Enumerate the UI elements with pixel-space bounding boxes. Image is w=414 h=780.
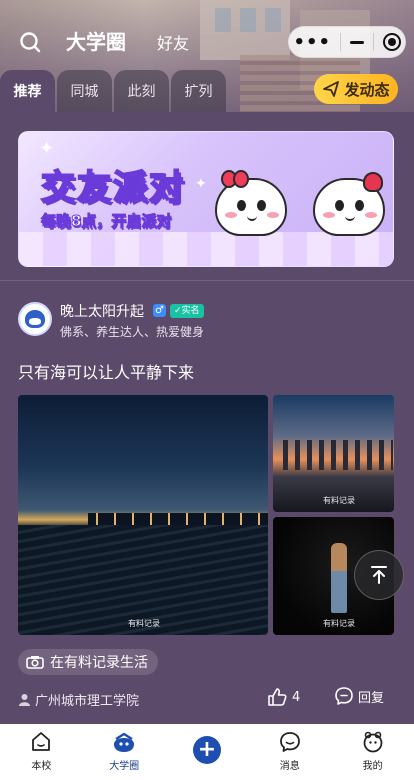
camera-icon <box>26 656 44 669</box>
publish-post-button[interactable]: 发动态 <box>314 74 398 104</box>
tab-this-moment[interactable]: 此刻 <box>114 70 169 112</box>
like-button[interactable]: 4 <box>266 686 300 708</box>
topic-chip[interactable]: 在有料记录生活 <box>18 649 158 675</box>
nav-item-campus-circle[interactable]: 大学圈 <box>94 730 154 772</box>
nav-label: 大学圈 <box>109 761 140 772</box>
nav-label: 本校 <box>31 761 52 772</box>
photo-watermark: 有料记录 <box>323 619 355 628</box>
user-icon <box>19 694 30 706</box>
nav-item-home[interactable]: 本校 <box>11 730 71 772</box>
tab-expand-friends[interactable]: 扩列 <box>171 70 226 112</box>
like-count: 4 <box>292 689 301 705</box>
thumbs-up-icon <box>268 688 287 706</box>
tab-same-city[interactable]: 同城 <box>57 70 112 112</box>
school-name: 广州城市理工学院 <box>35 694 140 709</box>
close-target-icon[interactable] <box>382 33 401 51</box>
publish-label: 发动态 <box>344 80 390 99</box>
search-icon <box>20 32 41 53</box>
topic-label: 在有料记录生活 <box>50 655 148 671</box>
nav-label: 消息 <box>279 761 300 772</box>
banner-subtitle: 每晚8点，开启派对 <box>40 212 172 231</box>
mascot-bow-icon <box>215 170 287 236</box>
party-banner[interactable]: ✦ ✦ 交友派对 每晚8点，开启派对 <box>18 131 394 267</box>
nav-item-create[interactable]: + <box>177 730 237 764</box>
nav-label: 我的 <box>362 761 383 772</box>
feed-tabs: 推荐 同城 此刻 扩列 <box>0 70 228 112</box>
post-photo-city-sunset[interactable]: 有料记录 <box>273 395 394 512</box>
divider <box>0 280 414 281</box>
post-text[interactable]: 只有海可以让人平静下来 <box>18 359 194 383</box>
comment-bubble-icon <box>335 687 353 705</box>
page-title[interactable]: 大学圈 <box>66 26 126 55</box>
search-button[interactable] <box>18 30 44 56</box>
mascot-rose-icon <box>313 172 385 236</box>
paper-plane-icon <box>323 81 340 97</box>
reply-button[interactable]: 回复 <box>334 686 384 706</box>
nav-item-messages[interactable]: 消息 <box>260 730 320 772</box>
nav-item-profile[interactable]: 我的 <box>343 730 403 772</box>
banner-title: 交友派对 <box>40 167 185 209</box>
sparkle-icon: ✦ <box>195 176 207 192</box>
profile-icon <box>363 731 382 753</box>
campus-circle-icon <box>114 732 135 752</box>
school-info[interactable]: 广州城市理工学院 <box>18 690 139 709</box>
user-tags: 佛系、养生达人、热爱健身 <box>60 325 205 339</box>
bottom-navigation: 本校 大学圈 + 消息 我的 <box>0 724 414 780</box>
scroll-to-top-button[interactable] <box>354 550 404 600</box>
minimize-icon[interactable] <box>349 40 364 44</box>
male-gender-icon: ♂ <box>153 304 166 317</box>
message-icon <box>279 732 300 752</box>
avatar[interactable] <box>18 302 52 336</box>
verified-badge: ✓实名 <box>170 304 204 318</box>
photo-watermark: 有料记录 <box>323 496 355 505</box>
miniprogram-capsule: ••• <box>288 26 406 58</box>
post-username[interactable]: 晚上太阳升起 <box>60 301 144 321</box>
top-bar: 大学圈 好友 ••• <box>0 22 414 62</box>
arrow-up-icon <box>371 566 387 584</box>
photo-watermark: 有料记录 <box>128 619 160 628</box>
home-icon <box>32 732 51 751</box>
friends-tab[interactable]: 好友 <box>157 30 189 54</box>
post-photo-sea[interactable]: 有料记录 <box>18 395 268 635</box>
reply-label: 回复 <box>358 690 385 706</box>
plus-icon: + <box>192 736 221 764</box>
tab-recommend[interactable]: 推荐 <box>0 70 55 112</box>
sparkle-icon: ✦ <box>39 138 55 159</box>
feed-content: ✦ ✦ 交友派对 每晚8点，开启派对 晚上太阳升起 ♂ ✓实名 佛系、养生达人、… <box>0 112 414 724</box>
more-dots-icon[interactable]: ••• <box>293 32 331 53</box>
